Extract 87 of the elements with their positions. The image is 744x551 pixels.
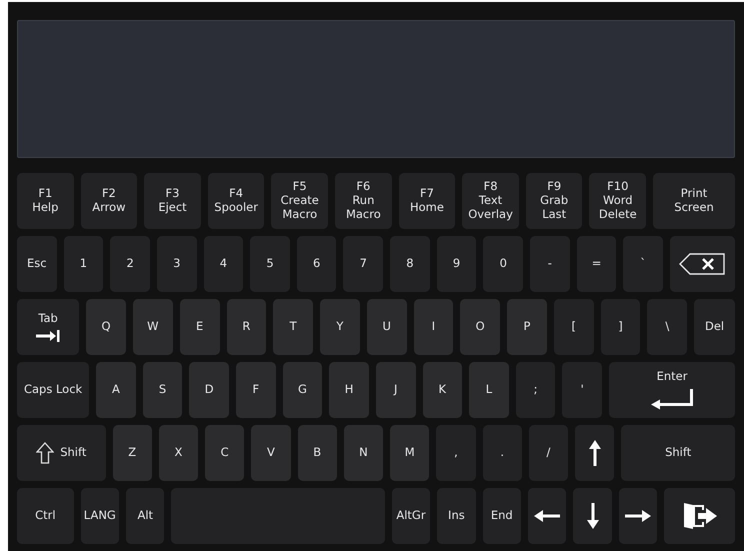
keyboard-key[interactable]: K [422,362,462,418]
keyboard-key[interactable]: Esc [17,236,57,292]
keyboard-key[interactable]: X [158,425,198,481]
up-arrow-key[interactable] [575,425,614,481]
keyboard-key[interactable]: ] [600,299,640,355]
keyboard-key[interactable]: Caps Lock [17,362,90,418]
keyboard-key[interactable]: F2 Arrow [80,173,138,229]
keyboard-key[interactable]: , [436,425,476,481]
shift-arrow-icon [36,442,54,464]
keyboard-key[interactable]: F1 Help [17,173,74,229]
keyboard-key[interactable]: Shift [621,425,736,481]
keyboard-key[interactable]: 2 [110,236,150,292]
enter-arrow-icon [650,388,694,410]
keyboard-key[interactable]: Y [320,299,360,355]
keyboard-key[interactable]: M [390,425,430,481]
tab-arrow-icon [36,330,60,342]
keyboard-key[interactable]: 4 [204,236,244,292]
keyboard-key[interactable]: AltGr [392,488,430,544]
keyboard-key[interactable]: F8 Text Overlay [462,173,519,229]
keyboard-key[interactable]: LANG [80,488,120,544]
keyboard-key[interactable]: B [298,425,337,481]
keyboard-key[interactable]: Del [694,299,735,355]
keyboard-key[interactable]: 1 [64,236,104,292]
keyboard-key[interactable]: ; [516,362,556,418]
keyboard-key[interactable]: F4 Spooler [208,173,264,229]
keyboard-key[interactable]: F6 Run Macro [335,173,392,229]
right-arrow-icon [625,510,652,522]
exit-key[interactable] [664,488,736,544]
left-arrow-key[interactable] [528,488,566,544]
keyboard-key[interactable]: Q [86,299,126,355]
keyboard-key[interactable]: ` [623,236,663,292]
keyboard-key[interactable]: - [530,236,570,292]
keyboard-key[interactable]: C [205,425,244,481]
keyboard-key[interactable]: [ [554,299,594,355]
keyboard-key[interactable]: 6 [296,236,336,292]
keyboard-key[interactable]: Print Screen [653,173,735,229]
keyboard-key[interactable]: T [273,299,314,355]
keyboard-key[interactable]: F5 Create Macro [271,173,328,229]
text-input-field[interactable] [17,20,735,158]
keyboard-key[interactable]: U [366,299,407,355]
keyboard-key[interactable]: O [460,299,500,355]
right-arrow-key[interactable] [618,488,658,544]
keyboard-key[interactable]: \ [647,299,688,355]
backspace-key[interactable] [670,236,736,292]
keyboard-key[interactable]: F [236,362,276,418]
keyboard-key[interactable]: F9 Grab Last [526,173,582,229]
keyboard-key[interactable]: = [576,236,616,292]
keyboard-key[interactable]: D [189,362,230,418]
keyboard-key[interactable]: Ins [437,488,476,544]
keyboard-key[interactable]: J [376,362,416,418]
keyboard-key[interactable]: 3 [156,236,197,292]
keyboard-key[interactable]: G [282,362,322,418]
shift-key[interactable]: Shift [17,425,106,481]
tab-key[interactable]: Tab [17,299,80,355]
keyboard-key[interactable]: R [226,299,266,355]
keyboard-key[interactable]: / [528,425,568,481]
keyboard-key[interactable]: P [507,299,547,355]
keyboard-key[interactable]: 5 [250,236,290,292]
enter-key[interactable]: Enter [609,362,735,418]
keyboard-key[interactable]: A [96,362,136,418]
up-arrow-icon [588,440,601,466]
keyboard-key[interactable]: H [329,362,369,418]
backspace-icon [679,253,726,275]
keyboard-key[interactable]: W [132,299,173,355]
door-arrow-icon [682,501,718,531]
keyboard-key[interactable]: . [482,425,522,481]
keyboard-key[interactable]: V [251,425,291,481]
keyboard-key[interactable]: 7 [343,236,384,292]
keyboard-key[interactable]: 8 [390,236,430,292]
keyboard-key[interactable]: Ctrl [17,488,74,544]
keyboard-key[interactable]: 9 [436,236,476,292]
keyboard-key[interactable]: 0 [483,236,524,292]
keyboard-key[interactable]: L [469,362,509,418]
keyboard-key[interactable]: End [482,488,522,544]
keyboard-key[interactable]: N [344,425,384,481]
keyboard-key[interactable]: E [180,299,220,355]
keyboard-key[interactable]: Alt [126,488,164,544]
keyboard-key[interactable]: F7 Home [398,173,456,229]
left-arrow-icon [534,510,560,522]
keyboard-key[interactable]: F10 Word Delete [589,173,646,229]
keyboard-key[interactable]: S [142,362,182,418]
keyboard-key[interactable]: ' [562,362,602,418]
keyboard-key[interactable]: Z [112,425,152,481]
keyboard-key[interactable]: F3 Eject [144,173,201,229]
down-arrow-key[interactable] [573,488,612,544]
keyboard-key[interactable]: I [414,299,454,355]
down-arrow-icon [586,503,599,529]
